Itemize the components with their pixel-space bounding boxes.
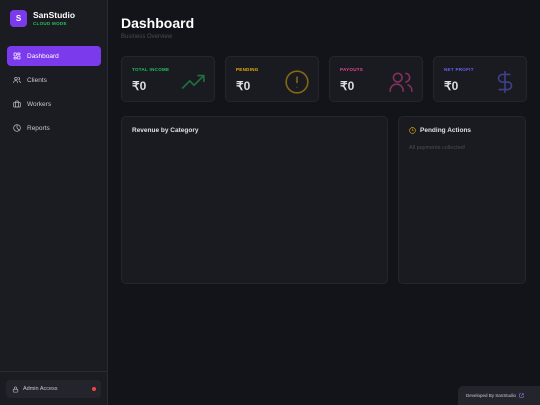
stat-value: ₹0 xyxy=(236,79,251,93)
users-icon xyxy=(13,77,21,83)
sidebar-nav: Dashboard Clients Workers Reports xyxy=(7,46,101,142)
pie-chart-icon xyxy=(13,124,21,132)
sidebar-item-label: Reports xyxy=(27,124,50,132)
alert-circle-icon xyxy=(285,70,309,94)
stat-label: PAYOUTS xyxy=(340,67,364,72)
stat-value: ₹0 xyxy=(132,79,147,93)
panel-title-row: Pending Actions xyxy=(409,127,471,134)
dashboard-grid-icon xyxy=(13,52,21,60)
stat-card-payouts: PAYOUTS ₹0 xyxy=(329,56,423,102)
trending-up-icon xyxy=(181,74,205,90)
stat-label: TOTAL INCOME xyxy=(132,67,170,72)
sidebar-footer: Admin Access xyxy=(0,371,107,405)
users-icon xyxy=(389,72,413,92)
stat-label: NET PROFIT xyxy=(444,67,474,72)
page-subtitle: Business Overview xyxy=(121,34,173,40)
developed-by-label: Developed By SanStudio xyxy=(466,393,517,398)
admin-access-button[interactable]: Admin Access xyxy=(6,380,101,398)
sidebar-item-label: Workers xyxy=(27,100,52,108)
lock-icon xyxy=(12,386,19,392)
sidebar-item-dashboard[interactable]: Dashboard xyxy=(7,46,101,66)
empty-state-text: All payments collected! xyxy=(409,145,466,151)
revenue-by-category-panel: Revenue by Category xyxy=(121,116,388,284)
sidebar: S SanStudio CLOUD MODE Dashboard Clients… xyxy=(0,0,108,405)
status-dot xyxy=(92,387,96,391)
sidebar-item-workers[interactable]: Workers xyxy=(7,94,101,114)
panel-title: Revenue by Category xyxy=(132,127,199,134)
external-link-icon xyxy=(519,393,524,398)
sidebar-item-reports[interactable]: Reports xyxy=(7,118,101,138)
sidebar-item-clients[interactable]: Clients xyxy=(7,70,101,90)
stat-value: ₹0 xyxy=(444,79,459,93)
panel-title: Pending Actions xyxy=(420,127,472,134)
page-title: Dashboard xyxy=(121,15,195,31)
sidebar-item-label: Clients xyxy=(27,76,47,84)
briefcase-icon xyxy=(13,100,21,108)
stat-value: ₹0 xyxy=(340,79,355,93)
stat-card-net-profit: NET PROFIT ₹0 xyxy=(433,56,527,102)
stat-card-pending: PENDING ₹0 xyxy=(225,56,319,102)
sidebar-item-label: Dashboard xyxy=(27,52,59,60)
admin-access-label: Admin Access xyxy=(23,386,58,392)
pending-actions-panel: Pending Actions All payments collected! xyxy=(398,116,526,284)
developed-by-link[interactable]: Developed By SanStudio xyxy=(458,386,540,405)
brand-mode-label: CLOUD MODE xyxy=(33,21,67,26)
stat-label: PENDING xyxy=(236,67,259,72)
dollar-icon xyxy=(497,71,513,93)
brand-logo: S xyxy=(10,10,27,27)
brand[interactable]: S SanStudio CLOUD MODE xyxy=(10,10,75,27)
clock-icon xyxy=(409,127,416,134)
stat-card-total-income: TOTAL INCOME ₹0 xyxy=(121,56,215,102)
brand-name: SanStudio xyxy=(33,10,76,20)
